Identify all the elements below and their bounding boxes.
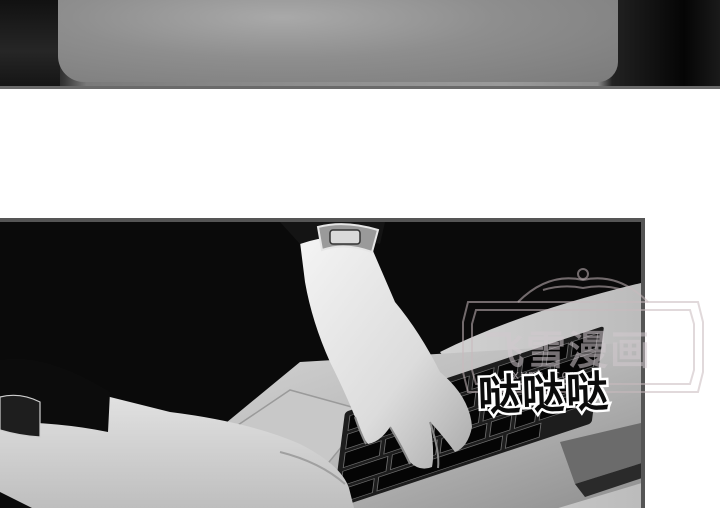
top-panel-surface [58, 0, 618, 82]
sound-effect-text: 哒哒哒 [475, 364, 614, 423]
top-panel [0, 0, 720, 89]
top-panel-shadow [0, 0, 60, 86]
